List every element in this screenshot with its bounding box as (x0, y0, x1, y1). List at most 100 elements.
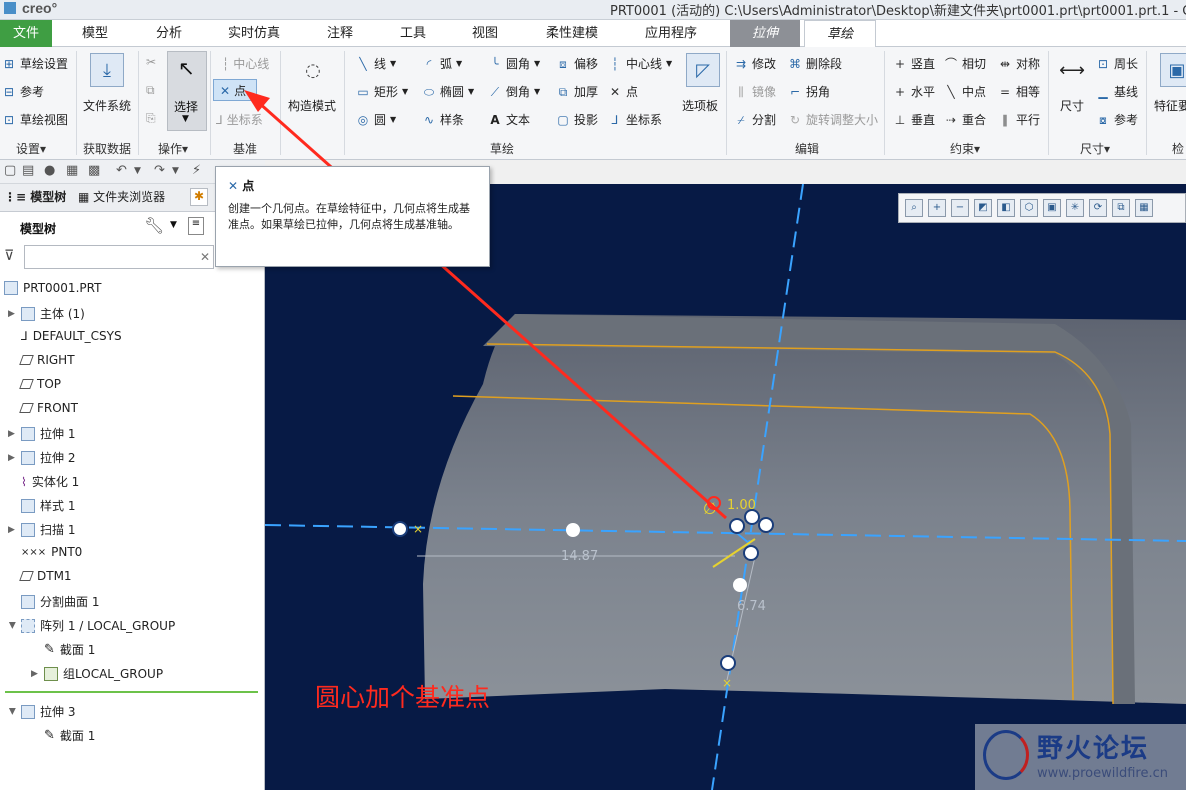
tab-model[interactable]: 模型 (60, 20, 130, 47)
drag-handle[interactable] (743, 545, 759, 561)
line-button[interactable]: ╲ 线 ▼ (356, 55, 396, 72)
project-button[interactable]: ▢ 投影 (556, 111, 598, 128)
rectangle-button[interactable]: ▭ 矩形 ▼ (356, 83, 408, 100)
settings-icon[interactable]: ▩ (88, 163, 100, 178)
tab-tools[interactable]: 工具 (380, 20, 446, 47)
arc-button[interactable]: ◜ 弧 ▼ (422, 55, 463, 72)
reference-dim-button[interactable]: ⧇ 参考 (1096, 111, 1138, 128)
group-dimension-label[interactable]: 尺寸▾ (1080, 140, 1110, 157)
zoom-in-icon[interactable]: + (928, 199, 946, 217)
tree-item-pattern-1[interactable]: ▶ 阵列 1 / LOCAL_GROUP (7, 617, 175, 634)
tree-item-extrude-3[interactable]: ▶ 拉伸 3 (7, 703, 75, 720)
tab-model-tree[interactable]: ⋮≡ 模型树 (4, 188, 66, 205)
expand-arrow-icon[interactable]: ▶ (31, 669, 39, 679)
paste-icon[interactable]: ⎘ (146, 111, 156, 126)
tree-item-split-surface-1[interactable]: 分割曲面 1 (21, 593, 99, 610)
repaint-icon[interactable]: ◩ (974, 199, 992, 217)
tab-file[interactable]: 文件 (0, 20, 52, 47)
tree-item-pnt0[interactable]: ××× PNT0 (21, 545, 82, 559)
tree-item-dtm1[interactable]: DTM1 (19, 569, 72, 583)
tab-folder-browser[interactable]: ▦ 文件夹浏览器 (78, 188, 165, 205)
feature-requirements-button[interactable]: 特征要 (1154, 97, 1186, 114)
print-icon[interactable]: ▦ (66, 163, 78, 178)
tree-settings-icon[interactable]: 🔧︎ (144, 216, 164, 235)
coincident-constraint-button[interactable]: ⇢ 重合 (944, 111, 986, 128)
tab-flexible-modeling[interactable]: 柔性建模 (526, 20, 618, 47)
tree-item-right[interactable]: RIGHT (19, 353, 75, 367)
sketch-centerline-button[interactable]: ┆ 中心线 ▼ (608, 55, 672, 72)
tab-sketch[interactable]: 草绘 (804, 20, 876, 47)
drag-handle[interactable] (392, 521, 408, 537)
chevron-down-icon[interactable]: ▼ (170, 220, 177, 230)
tree-item-style-1[interactable]: 样式 1 (21, 497, 75, 514)
palette-button[interactable]: 选项板 (682, 97, 718, 114)
tree-filter-input[interactable] (24, 245, 214, 269)
corner-button[interactable]: ⌐ 拐角 (788, 83, 830, 100)
favorites-tab-icon[interactable]: ✱ (190, 188, 208, 206)
mirror-button[interactable]: ⫼ 镜像 (734, 83, 776, 100)
circle-button[interactable]: ◎ 圆 ▼ (356, 111, 396, 128)
chamfer-button[interactable]: ⟋ 倒角 ▼ (488, 83, 540, 100)
tab-applications[interactable]: 应用程序 (624, 20, 718, 47)
expand-arrow-icon[interactable]: ▶ (8, 309, 16, 319)
sketch-setup-button[interactable]: ⊞ 草绘设置 (2, 55, 68, 72)
refit-icon[interactable]: ⌕ (905, 199, 923, 217)
sketch-view-button[interactable]: ⊡ 草绘视图 (2, 111, 68, 128)
group-constrain-label[interactable]: 约束▾ (950, 140, 980, 157)
tree-item-local-group[interactable]: ▶ 组LOCAL_GROUP (31, 665, 163, 682)
thicken-button[interactable]: ⧉ 加厚 (556, 83, 598, 100)
references-button[interactable]: ⊟ 参考 (2, 83, 44, 100)
drag-handle[interactable] (729, 518, 745, 534)
select-button[interactable]: ↖ 选择 ▼ (167, 51, 207, 131)
group-operations-label[interactable]: 操作▾ (158, 140, 188, 157)
tree-item-sweep-1[interactable]: ▶ 扫描 1 (8, 521, 75, 538)
save-icon[interactable]: ● (44, 163, 55, 178)
undo-icon[interactable]: ↶ (116, 163, 127, 178)
drag-handle[interactable] (733, 578, 747, 592)
annotation-display-icon[interactable]: ⟳ (1089, 199, 1107, 217)
tree-item-extrude-1[interactable]: ▶ 拉伸 1 (8, 425, 75, 442)
new-icon[interactable]: ▢ (4, 163, 16, 178)
cut-icon[interactable]: ✂ (146, 55, 156, 69)
redo-icon[interactable]: ↷ (154, 163, 165, 178)
clear-filter-icon[interactable]: ✕ (200, 250, 210, 264)
zoom-out-icon[interactable]: − (951, 199, 969, 217)
modify-button[interactable]: ⇉ 修改 (734, 55, 776, 72)
tree-item-extrude-2[interactable]: ▶ 拉伸 2 (8, 449, 75, 466)
drag-handle[interactable] (758, 517, 774, 533)
tab-extrude[interactable]: 拉伸 (730, 20, 800, 47)
datum-display-icon[interactable]: ✳ (1066, 199, 1084, 217)
collapse-arrow-icon[interactable]: ▶ (7, 708, 17, 716)
tangent-constraint-button[interactable]: ⌒ 相切 (944, 55, 986, 72)
perimeter-button[interactable]: ⊡ 周长 (1096, 55, 1138, 72)
construction-mode-button[interactable]: 构造模式 (288, 97, 336, 114)
ellipse-button[interactable]: ⬭ 椭圆 ▼ (422, 83, 474, 100)
tree-item-part[interactable]: PRT0001.PRT (4, 281, 101, 295)
sketcher-display-icon[interactable]: ▦ (1135, 199, 1153, 217)
divide-button[interactable]: ⌿ 分割 (734, 111, 776, 128)
datum-csys-button[interactable]: ⅃ 坐标系 (216, 111, 263, 128)
tree-item-front[interactable]: FRONT (19, 401, 78, 415)
text-button[interactable]: A 文本 (488, 111, 530, 128)
expand-arrow-icon[interactable]: ▶ (8, 525, 16, 535)
baseline-button[interactable]: ▁ 基线 (1096, 83, 1138, 100)
spline-button[interactable]: ∿ 样条 (422, 111, 464, 128)
perpendicular-constraint-button[interactable]: ⊥ 垂直 (893, 111, 935, 128)
tab-annotate[interactable]: 注释 (306, 20, 374, 47)
midpoint-constraint-button[interactable]: ╲ 中点 (944, 83, 986, 100)
regenerate-icon[interactable]: ⚡ (192, 163, 201, 178)
sketch-point-button[interactable]: ✕ 点 (608, 83, 638, 100)
show-icon[interactable]: ≡ (188, 217, 204, 235)
insert-indicator[interactable] (5, 691, 258, 693)
equal-constraint-button[interactable]: = 相等 (998, 83, 1040, 100)
file-system-button[interactable]: 文件系统 (83, 97, 131, 114)
datum-point-button[interactable]: ✕ 点 (213, 79, 257, 101)
expand-arrow-icon[interactable]: ▶ (8, 453, 16, 463)
expand-arrow-icon[interactable]: ▶ (8, 429, 16, 439)
tree-item-section-1[interactable]: ✎ 截面 1 (44, 641, 95, 658)
tab-live-simulation[interactable]: 实时仿真 (210, 20, 298, 47)
parallel-constraint-button[interactable]: ∥ 平行 (998, 111, 1040, 128)
display-style-icon[interactable]: ◧ (997, 199, 1015, 217)
fillet-button[interactable]: ╰ 圆角 ▼ (488, 55, 540, 72)
view-manager-icon[interactable]: ▣ (1043, 199, 1061, 217)
